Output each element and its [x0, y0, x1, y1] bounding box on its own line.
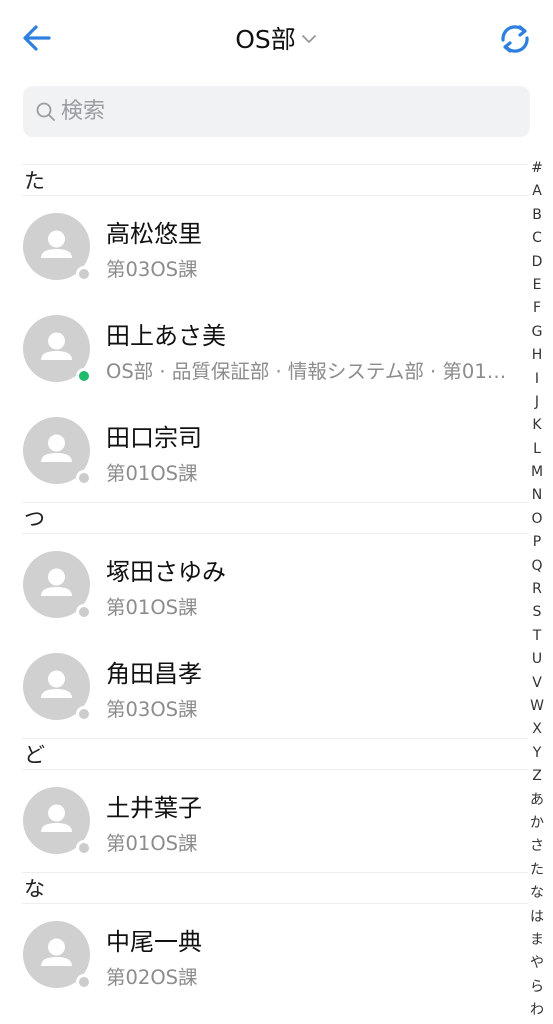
index-letter[interactable]: K: [532, 414, 541, 437]
section-header: ど: [22, 738, 528, 770]
offline-status-dot: [76, 470, 92, 486]
index-letter[interactable]: I: [535, 368, 539, 391]
offline-status-dot: [76, 974, 92, 990]
contact-name: 田口宗司: [106, 424, 202, 452]
index-letter[interactable]: A: [532, 180, 542, 203]
contact-row[interactable]: 角田昌孝第03OS課: [0, 636, 528, 738]
index-letter[interactable]: H: [532, 344, 543, 367]
contact-row[interactable]: 高松悠里第03OS課: [0, 196, 528, 298]
avatar: [23, 213, 92, 282]
contact-name: 土井葉子: [106, 794, 202, 822]
index-letter[interactable]: M: [531, 461, 543, 484]
contact-list: た高松悠里 第03OS課 田上あさ美 OS部 · 品質保証部 · 情報システム部 · …: [0, 164, 528, 1006]
index-letter[interactable]: は: [530, 906, 544, 929]
contact-name: 田上あさ美: [106, 322, 226, 350]
index-letter[interactable]: Y: [533, 742, 542, 765]
offline-status-dot: [76, 840, 92, 856]
index-letter[interactable]: E: [533, 274, 542, 297]
index-letter[interactable]: ら: [530, 976, 544, 999]
index-letter[interactable]: O: [531, 508, 542, 531]
index-letter[interactable]: G: [532, 321, 543, 344]
contact-name: 中尾一典: [106, 928, 202, 956]
index-letter[interactable]: わ: [530, 999, 544, 1022]
refresh-button[interactable]: [495, 20, 535, 58]
index-letter[interactable]: F: [533, 297, 541, 320]
index-letter[interactable]: S: [533, 601, 542, 624]
index-letter[interactable]: Q: [531, 555, 542, 578]
offline-status-dot: [76, 266, 92, 282]
contact-department: OS部 · 品質保証部 · 情報システム部 · 第01…: [106, 360, 507, 383]
contact-name: 高松悠里: [106, 220, 202, 248]
contact-row[interactable]: 中尾一典第02OS課: [0, 904, 528, 1006]
index-letter[interactable]: #: [531, 157, 543, 180]
avatar: [23, 315, 92, 384]
avatar: [23, 787, 92, 856]
index-letter[interactable]: た: [530, 859, 544, 882]
index-letter[interactable]: B: [532, 204, 542, 227]
index-letter[interactable]: C: [532, 227, 542, 250]
avatar: [23, 921, 92, 990]
index-letter[interactable]: あ: [530, 789, 544, 812]
search-input[interactable]: [61, 99, 501, 124]
contact-department: 第03OS課: [106, 698, 198, 721]
index-letter[interactable]: や: [530, 952, 544, 975]
contact-row[interactable]: 土井葉子第01OS課: [0, 770, 528, 872]
contact-row[interactable]: 田上あさ美 OS部 · 品質保証部 · 情報システム部 · 第01…: [0, 298, 528, 400]
index-letter[interactable]: さ: [530, 835, 544, 858]
search-bar[interactable]: [23, 86, 530, 137]
contact-name: 塚田さゆみ: [106, 558, 226, 586]
index-letter[interactable]: な: [530, 882, 544, 905]
contact-department: 第03OS課: [106, 258, 198, 281]
contact-name: 角田昌孝: [106, 660, 202, 688]
section-header: た: [22, 164, 528, 196]
chevron-down-icon: [301, 35, 316, 43]
index-letter[interactable]: ま: [530, 929, 544, 952]
contact-department: 第02OS課: [106, 966, 198, 989]
contact-row[interactable]: 塚田さゆみ第01OS課: [0, 534, 528, 636]
index-letter[interactable]: T: [533, 625, 542, 648]
contact-department: 第01OS課: [106, 832, 198, 855]
index-letter[interactable]: か: [530, 812, 544, 835]
contact-row[interactable]: 田口宗司第01OS課: [0, 400, 528, 502]
section-header: な: [22, 872, 528, 904]
section-header: つ: [22, 502, 528, 534]
avatar: [23, 417, 92, 486]
index-letter[interactable]: N: [532, 484, 542, 507]
search-icon: [36, 102, 55, 121]
page-title: OS部: [235, 25, 296, 54]
title-dropdown[interactable]: OS部: [0, 18, 553, 58]
index-letter[interactable]: P: [533, 531, 541, 554]
index-letter[interactable]: U: [532, 648, 542, 671]
refresh-icon: [501, 25, 529, 53]
index-letter[interactable]: X: [532, 718, 542, 741]
contact-department: 第01OS課: [106, 462, 198, 485]
index-letter[interactable]: D: [532, 251, 543, 274]
alphabet-index[interactable]: # A B C D E F G H I J K L M N O P Q R S T U V W X Y Z あかさたなはまやらわ: [527, 157, 547, 1022]
index-letter[interactable]: V: [532, 672, 542, 695]
header-bar: OS部: [0, 0, 553, 78]
index-letter[interactable]: W: [530, 695, 544, 718]
avatar: [23, 653, 92, 722]
index-letter[interactable]: Z: [532, 765, 542, 788]
offline-status-dot: [76, 604, 92, 620]
offline-status-dot: [76, 706, 92, 722]
contact-department: 第01OS課: [106, 596, 198, 619]
online-status-dot: [76, 368, 92, 384]
index-letter[interactable]: R: [532, 578, 542, 601]
index-letter[interactable]: J: [535, 391, 539, 414]
avatar: [23, 551, 92, 620]
index-letter[interactable]: L: [533, 438, 541, 461]
